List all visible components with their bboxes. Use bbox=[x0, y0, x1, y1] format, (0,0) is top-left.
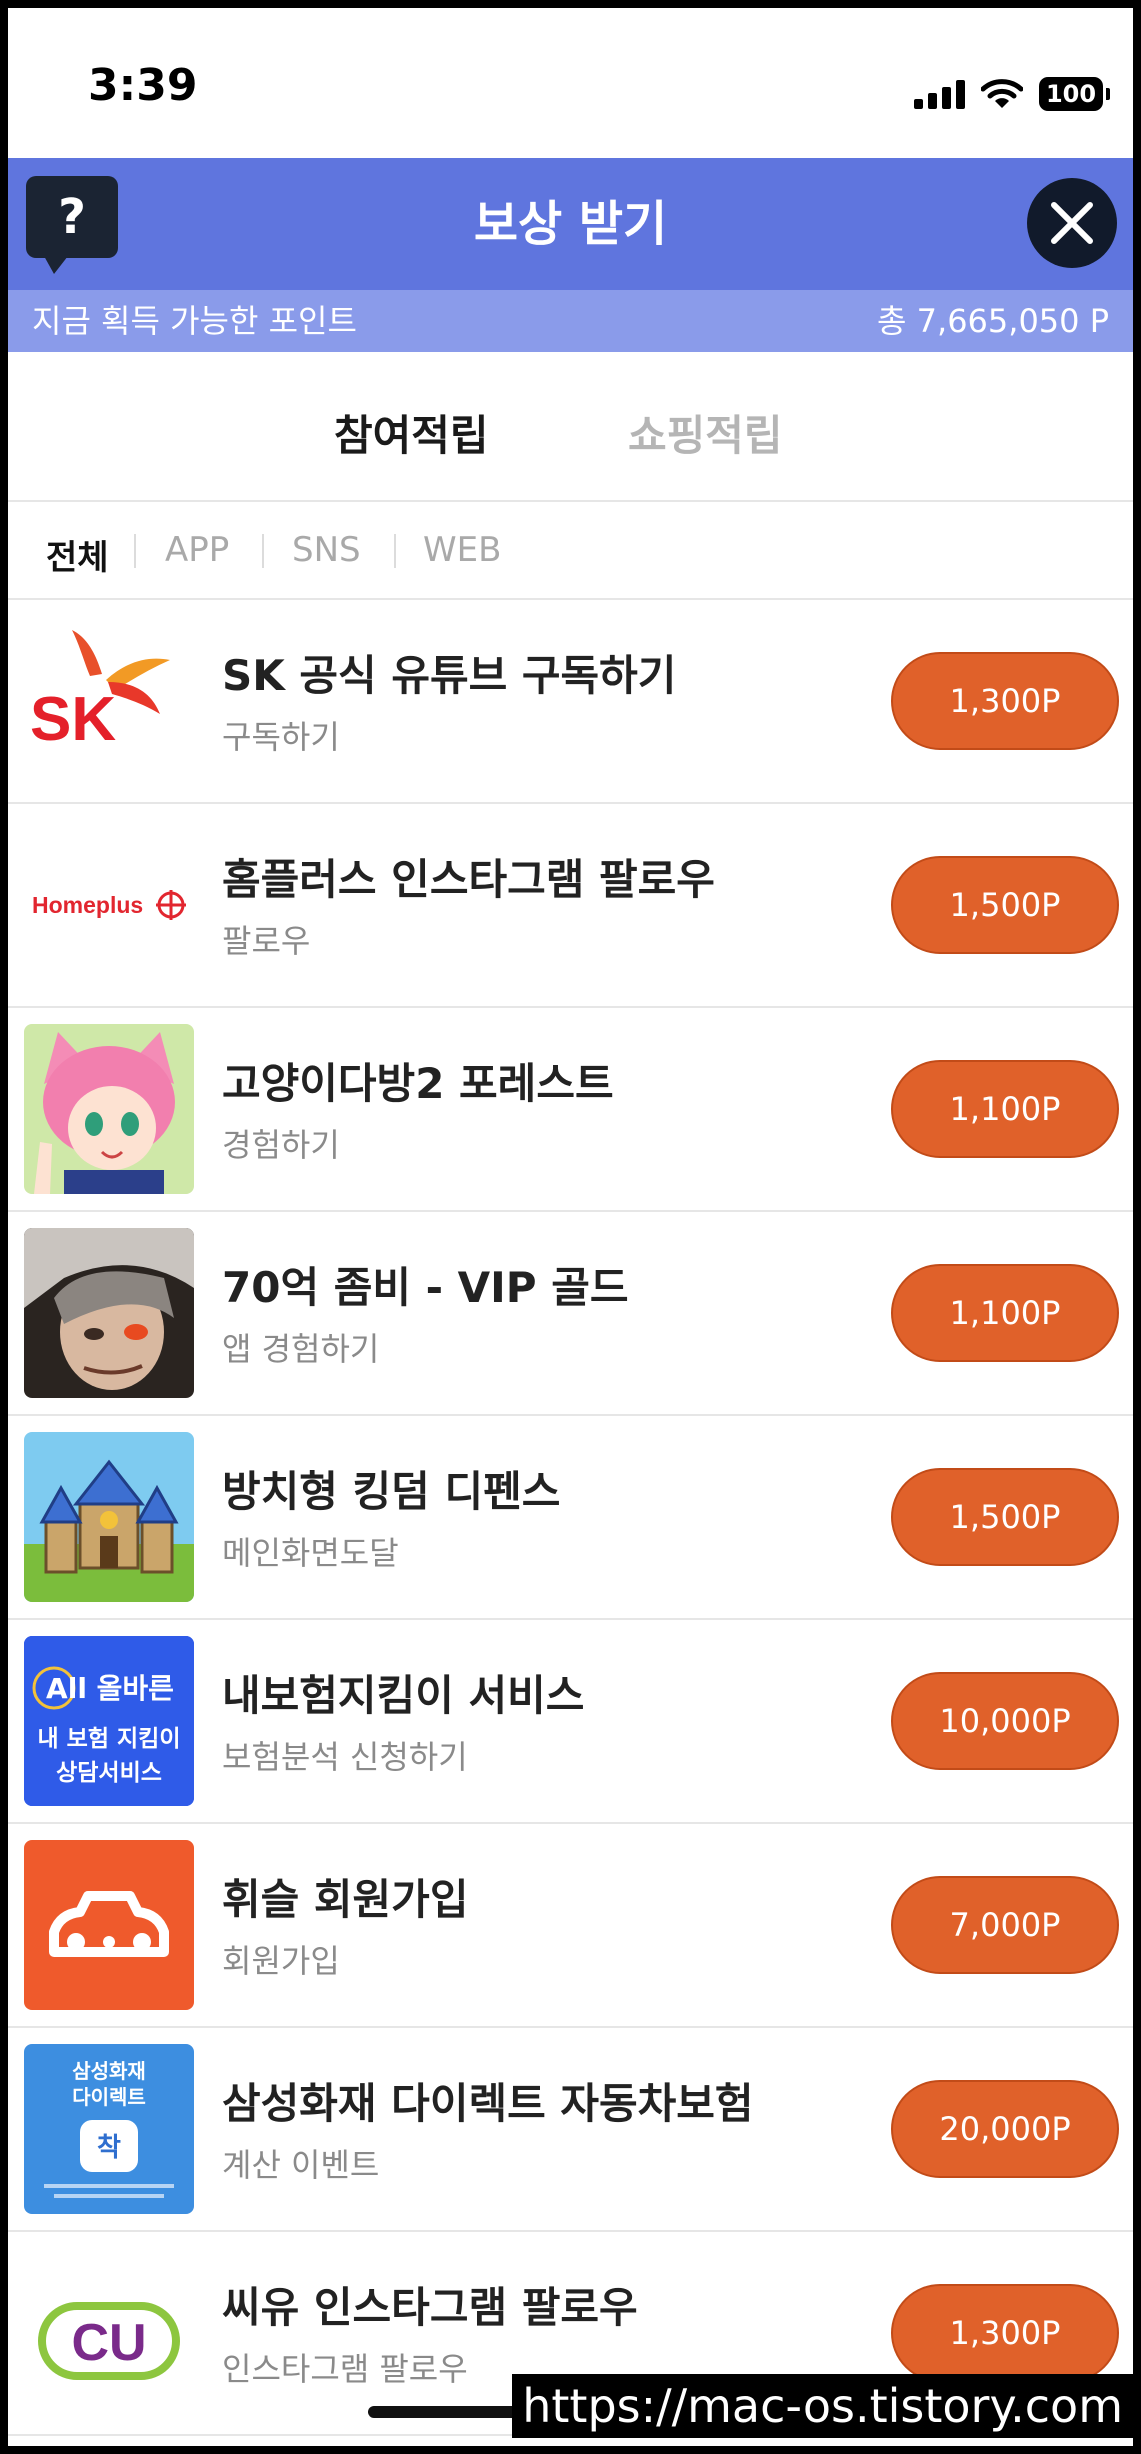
list-item[interactable]: 70억 좀비 - VIP 골드 앱 경험하기 1,100P bbox=[8, 1212, 1133, 1416]
svg-text:삼성화재: 삼성화재 bbox=[72, 2059, 146, 2083]
offer-subtitle: 구독하기 bbox=[222, 718, 340, 756]
filter-sns[interactable]: SNS bbox=[292, 530, 361, 570]
close-icon bbox=[1051, 202, 1093, 244]
reward-button[interactable]: 1,300P bbox=[891, 2284, 1119, 2382]
sk-logo: SK bbox=[24, 616, 194, 786]
list-item[interactable]: 휘슬 회원가입 회원가입 7,000P bbox=[8, 1824, 1133, 2028]
cu-logo: CU bbox=[24, 2248, 194, 2418]
list-item[interactable]: 고양이다방2 포레스트 경험하기 1,100P bbox=[8, 1008, 1133, 1212]
divider bbox=[134, 534, 136, 568]
header-bar: ? 보상 받기 bbox=[8, 158, 1133, 290]
homeplus-logo: Homeplus bbox=[24, 820, 194, 990]
svg-text:착: 착 bbox=[97, 2133, 121, 2163]
list-item[interactable]: Homeplus 홈플러스 인스타그램 팔로우 팔로우 1,500P bbox=[8, 804, 1133, 1008]
offer-subtitle: 보험분석 신청하기 bbox=[222, 1738, 468, 1776]
points-label: 지금 획득 가능한 포인트 bbox=[32, 302, 357, 340]
reward-button[interactable]: 1,100P bbox=[891, 1264, 1119, 1362]
battery-icon: 100 bbox=[1039, 77, 1110, 111]
car-app-icon bbox=[24, 1840, 194, 2010]
offer-title: 삼성화재 다이렉트 자동차보험 bbox=[222, 2079, 754, 2128]
filter-all[interactable]: 전체 bbox=[46, 530, 109, 579]
page-title: 보상 받기 bbox=[473, 196, 668, 252]
svg-text:다이렉트: 다이렉트 bbox=[72, 2085, 146, 2109]
cat-girl-app-icon bbox=[24, 1024, 194, 1194]
offer-list: SK SK 공식 유튜브 구독하기 구독하기 1,300P Homeplus 홈… bbox=[8, 600, 1133, 2436]
svg-text:All 올바른: All 올바른 bbox=[46, 1672, 174, 1705]
reward-button[interactable]: 1,500P bbox=[891, 856, 1119, 954]
list-item[interactable]: SK SK 공식 유튜브 구독하기 구독하기 1,300P bbox=[8, 600, 1133, 804]
zombie-app-icon bbox=[24, 1228, 194, 1398]
offer-title: 씨유 인스타그램 팔로우 bbox=[222, 2283, 638, 2332]
castle-app-icon bbox=[24, 1432, 194, 1602]
reward-button[interactable]: 1,300P bbox=[891, 652, 1119, 750]
reward-button[interactable]: 1,500P bbox=[891, 1468, 1119, 1566]
points-total: 총 7,665,050 P bbox=[877, 302, 1109, 340]
samsung-fire-icon: 삼성화재 다이렉트 착 bbox=[24, 2044, 194, 2214]
offer-title: 고양이다방2 포레스트 bbox=[222, 1059, 614, 1108]
svg-text:Homeplus: Homeplus bbox=[32, 892, 143, 918]
divider bbox=[262, 534, 264, 568]
insurance-app-icon: All 올바른 내 보험 지킴이 상담서비스 bbox=[24, 1636, 194, 1806]
points-bar: 지금 획득 가능한 포인트 총 7,665,050 P bbox=[8, 290, 1133, 352]
reward-button[interactable]: 1,100P bbox=[891, 1060, 1119, 1158]
offer-subtitle: 메인화면도달 bbox=[222, 1534, 399, 1572]
status-icons: 100 bbox=[914, 74, 1110, 114]
phone-screen: 3:39 100 ? 보상 받기 지금 획득 가능한 포인트 총 7,665,0… bbox=[8, 8, 1133, 2446]
watermark: https://mac-os.tistory.com bbox=[512, 2374, 1133, 2438]
offer-title: SK 공식 유튜브 구독하기 bbox=[222, 651, 677, 700]
filter-tabs: 전체 APP SNS WEB bbox=[8, 502, 1133, 600]
svg-text:SK: SK bbox=[30, 685, 116, 754]
offer-title: 70억 좀비 - VIP 골드 bbox=[222, 1263, 629, 1312]
status-bar: 3:39 100 bbox=[8, 8, 1133, 158]
reward-button[interactable]: 7,000P bbox=[891, 1876, 1119, 1974]
status-time: 3:39 bbox=[88, 60, 198, 111]
reward-button[interactable]: 10,000P bbox=[891, 1672, 1119, 1770]
reward-button[interactable]: 20,000P bbox=[891, 2080, 1119, 2178]
filter-web[interactable]: WEB bbox=[423, 530, 501, 570]
tab-participation[interactable]: 참여적립 bbox=[334, 402, 489, 463]
svg-text:상담서비스: 상담서비스 bbox=[56, 1760, 162, 1786]
divider bbox=[394, 534, 396, 568]
tab-shopping[interactable]: 쇼핑적립 bbox=[628, 402, 783, 463]
offer-title: 휘슬 회원가입 bbox=[222, 1875, 469, 1924]
close-button[interactable] bbox=[1027, 178, 1117, 268]
offer-subtitle: 앱 경험하기 bbox=[222, 1330, 380, 1368]
offer-subtitle: 경험하기 bbox=[222, 1126, 340, 1164]
list-item[interactable]: All 올바른 내 보험 지킴이 상담서비스 내보험지킴이 서비스 보험분석 신… bbox=[8, 1620, 1133, 1824]
svg-text:내 보험 지킴이: 내 보험 지킴이 bbox=[38, 1726, 181, 1752]
offer-subtitle: 회원가입 bbox=[222, 1942, 340, 1980]
offer-title: 방치형 킹덤 디펜스 bbox=[222, 1467, 561, 1516]
offer-subtitle: 팔로우 bbox=[222, 922, 311, 960]
cellular-signal-icon bbox=[914, 79, 965, 109]
offer-subtitle: 계산 이벤트 bbox=[222, 2146, 380, 2184]
wifi-icon bbox=[981, 79, 1023, 108]
offer-subtitle: 인스타그램 팔로우 bbox=[222, 2350, 468, 2388]
svg-text:CU: CU bbox=[71, 2314, 146, 2372]
list-item[interactable]: 삼성화재 다이렉트 착 삼성화재 다이렉트 자동차보험 계산 이벤트 20,00… bbox=[8, 2028, 1133, 2232]
offer-title: 내보험지킴이 서비스 bbox=[222, 1671, 585, 1720]
main-tabs: 참여적립 쇼핑적립 bbox=[8, 352, 1133, 502]
filter-app[interactable]: APP bbox=[165, 530, 229, 570]
offer-title: 홈플러스 인스타그램 팔로우 bbox=[222, 855, 715, 904]
list-item[interactable]: 방치형 킹덤 디펜스 메인화면도달 1,500P bbox=[8, 1416, 1133, 1620]
